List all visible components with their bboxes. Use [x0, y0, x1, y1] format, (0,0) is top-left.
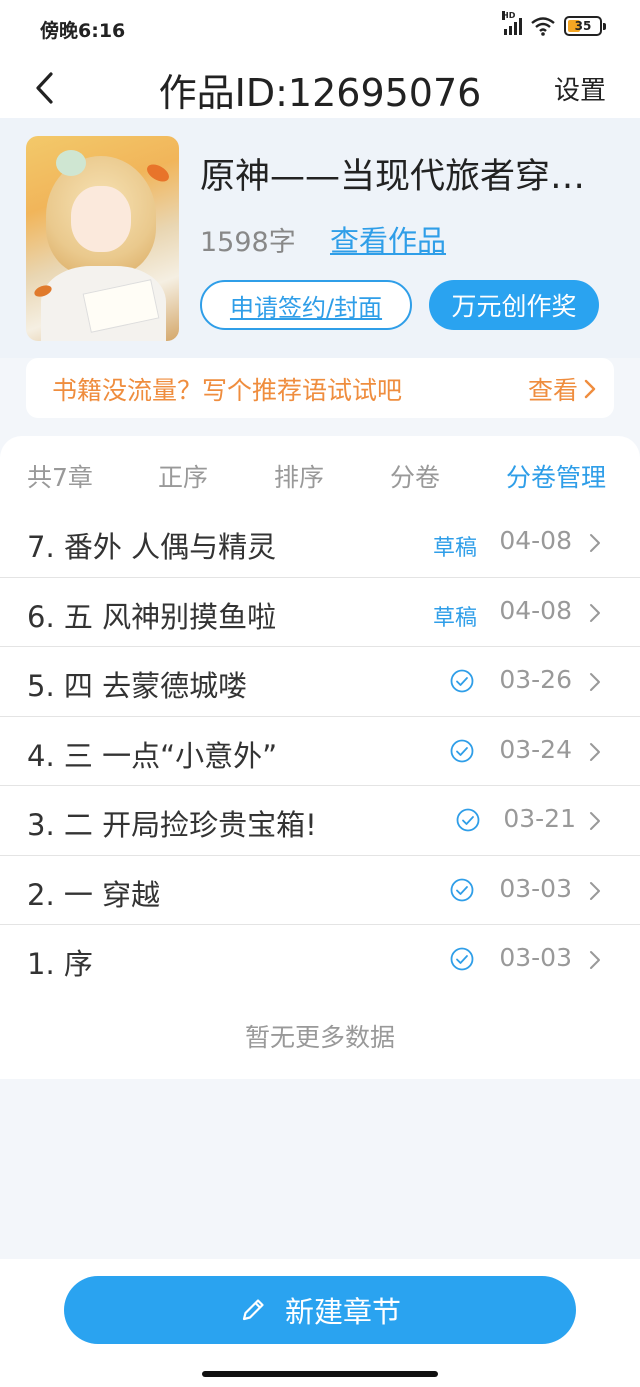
chapter-date: 03-03: [499, 873, 572, 903]
chapter-list: 7. 番外 人偶与精灵 草稿 04-08 6. 五 风神别摸鱼啦 草稿 04-0…: [0, 508, 640, 995]
no-more-data: 暂无更多数据: [244, 1023, 395, 1052]
header: 作品ID:12695076 设置: [0, 58, 640, 118]
hd-label: HD: [502, 11, 516, 20]
recommend-banner[interactable]: 书籍没流量？写个推荐语试试吧 查看: [26, 358, 614, 418]
chapter-date: 04-08: [499, 526, 572, 555]
home-indicator[interactable]: [202, 1371, 438, 1377]
chevron-right-icon: [590, 951, 600, 969]
check-circle-icon: [450, 739, 474, 762]
chapter-row[interactable]: 6. 五 风神别摸鱼啦 草稿 04-08: [0, 578, 640, 647]
chapter-row[interactable]: 3. 二 开局捡珍贵宝箱! 03-21: [0, 786, 640, 856]
chapter-title: 2. 一 穿越: [27, 877, 161, 912]
chapter-row[interactable]: 1. 序 03-03: [0, 925, 640, 995]
chapter-row[interactable]: 7. 番外 人偶与精灵 草稿 04-08: [0, 508, 640, 578]
battery-icon: 35: [564, 16, 606, 36]
tab-order[interactable]: 正序: [158, 458, 208, 494]
page-title: 作品ID:12695076: [158, 71, 482, 115]
chevron-right-icon: [590, 812, 600, 830]
chapter-tabs: 共7章 正序 排序 分卷 分卷管理: [0, 436, 640, 512]
new-chapter-label: 新建章节: [284, 1295, 401, 1329]
book-cover[interactable]: [26, 136, 179, 341]
chapter-title: 1. 序: [27, 947, 93, 981]
chapter-row[interactable]: 4. 三 一点“小意外” 03-24: [0, 717, 640, 786]
chevron-right-icon: [590, 742, 600, 761]
chapter-title: 6. 五 风神别摸鱼啦: [27, 599, 277, 634]
recommend-text: 书籍没流量？写个推荐语试试吧: [52, 376, 403, 405]
word-count: 1598字: [200, 227, 296, 258]
chevron-right-icon: [590, 881, 600, 900]
book-title: 原神——当现代旅者穿…: [200, 157, 586, 197]
pencil-icon: [242, 1299, 264, 1321]
chapter-date: 03-21: [503, 804, 576, 833]
check-circle-icon: [456, 808, 480, 832]
chevron-right-icon: [590, 603, 600, 622]
status-time: 傍晚6:16: [40, 20, 126, 42]
check-circle-icon: [450, 947, 474, 971]
chevron-right-icon: [590, 673, 600, 691]
chapter-row[interactable]: 2. 一 穿越 03-03: [0, 856, 640, 925]
chapter-panel: 共7章 正序 排序 分卷 分卷管理 7. 番外 人偶与精灵 草稿 04-08 6…: [0, 436, 640, 1079]
check-circle-icon: [450, 669, 474, 693]
chapter-title: 4. 三 一点“小意外”: [27, 738, 278, 773]
new-chapter-button[interactable]: 新建章节: [64, 1276, 576, 1344]
tab-volume-manage[interactable]: 分卷管理: [506, 458, 606, 494]
recommend-view-label: 查看: [527, 376, 578, 405]
battery-level: 35: [574, 19, 592, 33]
chapter-row[interactable]: 5. 四 去蒙德城喽 03-26: [0, 647, 640, 717]
tab-volume[interactable]: 分卷: [390, 458, 440, 494]
chapter-count: 共7章: [27, 463, 93, 492]
chapter-title: 5. 四 去蒙德城喽: [27, 669, 248, 703]
signal-icon: HD: [502, 11, 522, 35]
chevron-right-icon: [584, 379, 596, 399]
book-info: 原神——当现代旅者穿… 1598字 查看作品 申请签约/封面 万元创作奖: [0, 118, 640, 358]
chapter-date: 03-03: [499, 943, 572, 972]
chapter-title: 7. 番外 人偶与精灵: [27, 530, 277, 564]
draft-badge: 草稿: [432, 605, 477, 631]
apply-sign-button[interactable]: 申请签约/封面: [200, 280, 412, 330]
check-circle-icon: [450, 878, 474, 901]
draft-badge: 草稿: [432, 536, 477, 561]
chapter-date: 03-26: [499, 665, 572, 694]
tab-sort[interactable]: 排序: [274, 458, 324, 494]
recommend-view-button[interactable]: 查看: [528, 371, 596, 407]
chapter-date: 04-08: [499, 595, 572, 625]
status-icons: HD 35: [502, 11, 606, 36]
settings-button[interactable]: 设置: [554, 70, 606, 107]
status-bar: 傍晚6:16 HD 35: [0, 0, 640, 58]
chapter-date: 03-24: [499, 734, 572, 764]
chevron-right-icon: [590, 534, 600, 552]
view-work-link[interactable]: 查看作品: [330, 218, 446, 260]
wifi-icon: [531, 17, 555, 36]
chapter-title: 3. 二 开局捡珍贵宝箱!: [27, 808, 317, 842]
creation-award-button[interactable]: 万元创作奖: [429, 280, 599, 330]
